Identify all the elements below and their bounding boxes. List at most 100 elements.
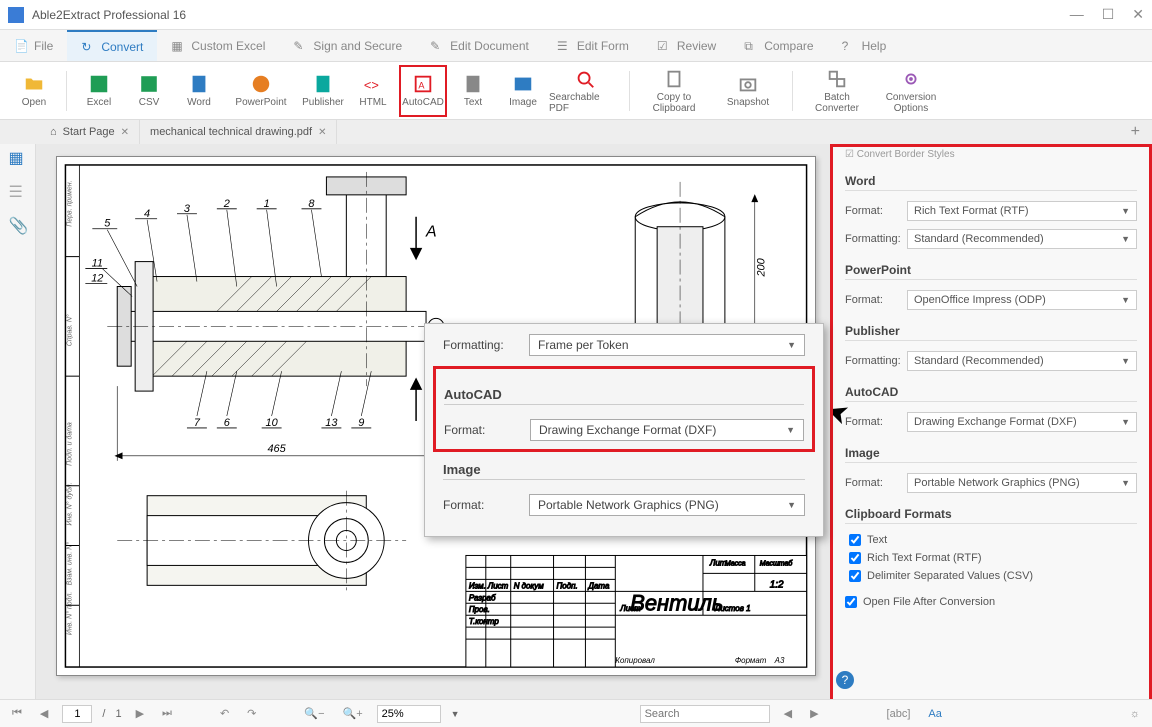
excel-icon — [87, 73, 111, 95]
svg-text:2: 2 — [223, 198, 230, 210]
popup-image-format-dropdown[interactable]: Portable Network Graphics (PNG)▼ — [529, 494, 805, 516]
svg-text:Т.контр: Т.контр — [469, 617, 499, 626]
menu-review[interactable]: ☑Review — [643, 30, 730, 61]
page-input[interactable] — [62, 705, 92, 723]
svg-text:A: A — [425, 224, 437, 241]
tool-conversion-options[interactable]: Conversion Options — [875, 65, 947, 117]
match-case-button[interactable]: Aa — [924, 708, 945, 720]
statusbar: ⏮ ◀ / 1 ▶ ⏭ ↶ ↷ 🔍− 🔍+ ▼ ◀ ▶ [abc] Aa ☼ — [0, 699, 1152, 727]
menu-convert[interactable]: ↻Convert — [67, 30, 157, 61]
popup-image-format-label: Format: — [443, 498, 529, 512]
close-icon[interactable]: ✕ — [318, 127, 326, 138]
popup-formatting-dropdown[interactable]: Frame per Token▼ — [529, 334, 805, 356]
clipboard-text-checkbox[interactable] — [849, 534, 861, 546]
clipboard-rtf-checkbox[interactable] — [849, 552, 861, 564]
chevron-down-icon: ▼ — [787, 500, 796, 510]
tool-open[interactable]: Open — [10, 65, 58, 117]
close-button[interactable]: ✕ — [1132, 6, 1144, 23]
menu-sign-secure[interactable]: ✎Sign and Secure — [279, 30, 416, 61]
clipboard-csv-checkbox[interactable] — [849, 570, 861, 582]
tool-text[interactable]: Text — [449, 65, 497, 117]
search-input[interactable] — [640, 705, 770, 723]
search-next-button[interactable]: ▶ — [806, 707, 822, 720]
svg-text:Масштаб: Масштаб — [760, 559, 794, 567]
tool-autocad[interactable]: AAutoCAD — [399, 65, 447, 117]
tab-document[interactable]: mechanical technical drawing.pdf✕ — [140, 120, 337, 144]
tool-image[interactable]: Image — [499, 65, 547, 117]
image-format-label: Format: — [845, 477, 907, 489]
close-icon[interactable]: ✕ — [121, 127, 129, 138]
tool-powerpoint[interactable]: PowerPoint — [225, 65, 297, 117]
menu-edit-form[interactable]: ☰Edit Form — [543, 30, 643, 61]
svg-text:11: 11 — [92, 258, 103, 270]
svg-text:Копировал: Копировал — [615, 656, 655, 665]
brightness-button[interactable]: ☼ — [1126, 708, 1144, 720]
tool-html[interactable]: <>HTML — [349, 65, 397, 117]
image-icon — [511, 73, 535, 95]
first-page-button[interactable]: ⏮ — [8, 707, 26, 720]
word-formatting-dropdown[interactable]: Standard (Recommended)▼ — [907, 229, 1137, 249]
attachments-icon[interactable]: 📎 — [9, 216, 27, 234]
svg-text:5: 5 — [104, 218, 111, 230]
svg-text:3: 3 — [184, 203, 190, 215]
popup-autocad-format-dropdown[interactable]: Drawing Exchange Format (DXF)▼ — [530, 419, 804, 441]
tool-copy-clipboard[interactable]: Copy to Clipboard — [638, 65, 710, 117]
add-tab-button[interactable]: + — [1131, 123, 1140, 141]
match-word-button[interactable]: [abc] — [883, 708, 915, 720]
publisher-formatting-dropdown[interactable]: Standard (Recommended)▼ — [907, 351, 1137, 371]
tool-excel[interactable]: Excel — [75, 65, 123, 117]
tool-word[interactable]: Word — [175, 65, 223, 117]
zoom-in-button[interactable]: 🔍+ — [339, 707, 367, 720]
next-page-button[interactable]: ▶ — [132, 707, 148, 720]
open-after-checkbox[interactable] — [845, 596, 857, 608]
folder-icon — [22, 73, 46, 95]
tool-batch-converter[interactable]: Batch Converter — [801, 65, 873, 117]
chevron-down-icon: ▼ — [1121, 478, 1130, 488]
maximize-button[interactable]: ☐ — [1102, 6, 1115, 23]
conversion-popup: Formatting: Frame per Token▼ AutoCAD For… — [424, 323, 824, 537]
svg-text:465: 465 — [267, 443, 286, 455]
zoom-input[interactable] — [377, 705, 441, 723]
autocad-format-dropdown[interactable]: Drawing Exchange Format (DXF)▼ — [907, 412, 1137, 432]
menubar: 📄File ↻Convert ▦Custom Excel ✎Sign and S… — [0, 30, 1152, 62]
clipboard-section: Clipboard Formats — [845, 507, 1137, 524]
menu-edit-document[interactable]: ✎Edit Document — [416, 30, 543, 61]
svg-text:Разраб: Разраб — [469, 593, 496, 602]
popup-autocad-highlight: AutoCAD Format: Drawing Exchange Format … — [433, 366, 815, 452]
thumbnails-icon[interactable]: ▦ — [9, 148, 27, 166]
ppt-format-dropdown[interactable]: OpenOffice Impress (ODP)▼ — [907, 290, 1137, 310]
tab-start-page[interactable]: ⌂Start Page✕ — [40, 120, 140, 144]
rotate-left-button[interactable]: ↶ — [216, 707, 233, 720]
rotate-right-button[interactable]: ↷ — [243, 707, 260, 720]
svg-text:Подп. и дата: Подп. и дата — [65, 422, 73, 466]
svg-text:1:2: 1:2 — [770, 579, 784, 590]
svg-text:Перв. примен.: Перв. примен. — [66, 180, 73, 226]
tool-publisher[interactable]: Publisher — [299, 65, 347, 117]
last-page-button[interactable]: ⏭ — [158, 707, 176, 720]
tool-searchable-pdf[interactable]: Searchable PDF — [549, 65, 621, 117]
help-badge[interactable]: ? — [836, 671, 854, 689]
bookmarks-icon[interactable]: ☰ — [9, 182, 27, 200]
menu-custom-excel[interactable]: ▦Custom Excel — [157, 30, 279, 61]
search-prev-button[interactable]: ◀ — [780, 707, 796, 720]
tool-snapshot[interactable]: Snapshot — [712, 65, 784, 117]
menu-file[interactable]: 📄File — [0, 30, 67, 61]
svg-text:Вентиль: Вентиль — [630, 590, 723, 615]
csv-icon — [137, 73, 161, 95]
menu-help[interactable]: ?Help — [828, 30, 901, 61]
svg-text:Взам. инв. N°: Взам. инв. N° — [65, 542, 73, 586]
prev-page-button[interactable]: ◀ — [36, 707, 52, 720]
app-icon — [8, 7, 24, 23]
svg-text:200: 200 — [756, 258, 768, 277]
menu-compare[interactable]: ⧉Compare — [730, 30, 827, 61]
chevron-down-icon: ▼ — [1121, 206, 1130, 216]
image-format-dropdown[interactable]: Portable Network Graphics (PNG)▼ — [907, 473, 1137, 493]
svg-text:Масса: Масса — [725, 560, 746, 567]
word-- format-dropdown[interactable]: Rich Text Format (RTF)▼ — [907, 201, 1137, 221]
clipboard-text-label: Text — [867, 534, 887, 546]
tool-csv[interactable]: CSV — [125, 65, 173, 117]
minimize-button[interactable]: — — [1070, 6, 1084, 23]
zoom-out-button[interactable]: 🔍− — [300, 707, 328, 720]
chevron-down-icon[interactable]: ▼ — [451, 709, 460, 719]
page-total: 1 — [115, 708, 121, 720]
